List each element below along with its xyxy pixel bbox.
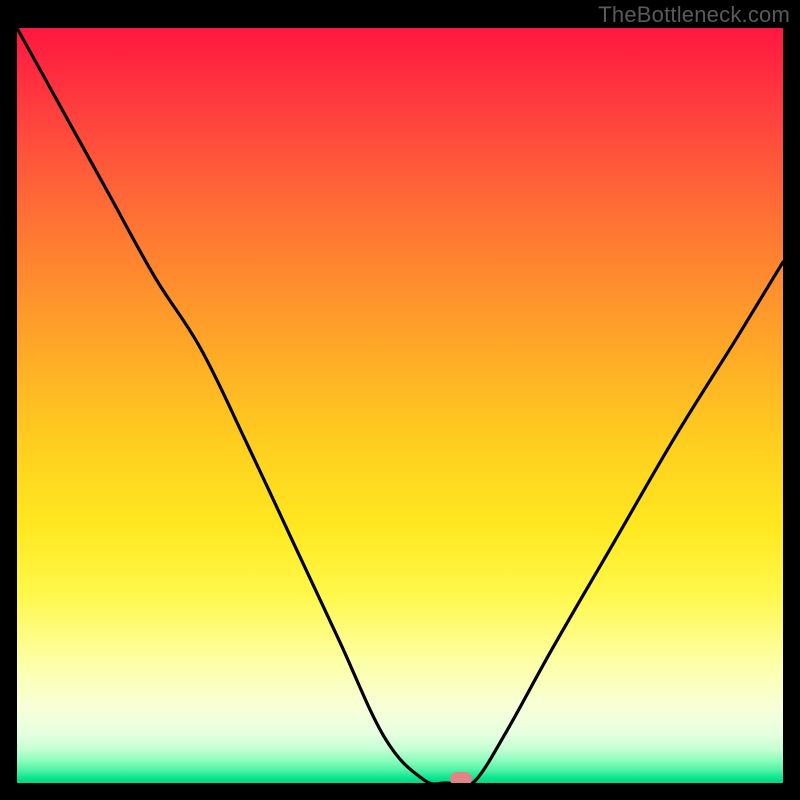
chart-frame: TheBottleneck.com [0, 0, 800, 800]
optimum-marker [450, 772, 472, 783]
bottleneck-curve [17, 28, 783, 783]
watermark-text: TheBottleneck.com [598, 2, 790, 28]
plot-area [17, 28, 783, 783]
